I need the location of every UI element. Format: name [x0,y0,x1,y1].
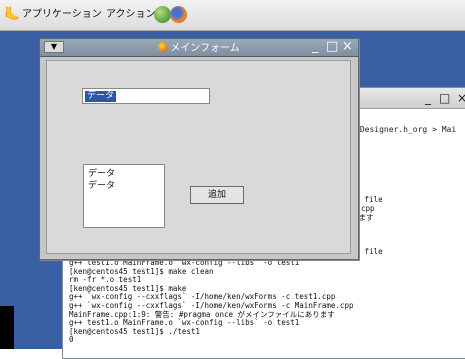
list-item[interactable]: データ [88,169,115,180]
terminal-tab-path: ,Designer.h_org > Mai [355,125,457,134]
terminal-close-button[interactable]: × [457,92,465,104]
list-box[interactable]: データ データ [83,164,165,228]
form-title-wrap: メインフォーム [40,42,358,55]
main-form-window: ▼ メインフォーム _ □ × データ データ データ 追加 [39,38,359,260]
form-title: メインフォーム [170,43,240,54]
terminal-output[interactable]: g++ test1.o MainFrame.o `wx-config --lib… [69,258,465,354]
terminal-minimize-button[interactable]: _ [425,92,431,104]
top-panel: 🦶 アプリケーション アクション [0,0,465,31]
terminal-maximize-button[interactable]: □ [439,92,450,104]
text-input[interactable]: データ [82,88,210,104]
gnome-foot-icon[interactable]: 🦶 [4,7,20,23]
list-item[interactable]: データ [88,181,115,192]
firefox-icon[interactable] [170,6,187,23]
form-minimize-button[interactable]: _ [312,40,319,54]
text-input-selection: データ [85,91,117,102]
form-maximize-button[interactable]: □ [326,40,338,54]
desktop-background: 🦶 アプリケーション アクション _ □ × ,Designer.h_org >… [0,0,465,359]
add-button[interactable]: 追加 [190,186,244,204]
actions-menu[interactable]: アクション [106,9,156,21]
network-globe-icon[interactable] [154,6,171,23]
black-panel-fragment [0,306,14,349]
app-icon [158,42,169,52]
terminal-line: 0 [69,335,74,345]
terminal-line: [ken@centos45 test1]$ ./test1 [69,326,200,336]
form-titlebar[interactable]: ▼ メインフォーム _ □ × [40,39,358,57]
form-close-button[interactable]: × [342,40,353,54]
applications-menu[interactable]: アプリケーション [22,9,102,21]
